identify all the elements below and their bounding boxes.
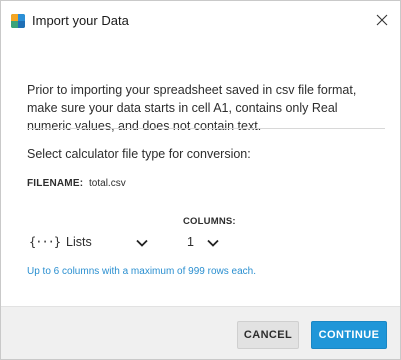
cancel-button[interactable]: CANCEL xyxy=(237,321,299,349)
dialog-footer: CANCEL CONTINUE xyxy=(1,306,400,359)
filename-row: FILENAME: total.csv xyxy=(27,178,126,189)
columns-dropdown[interactable]: 1 xyxy=(184,232,228,254)
chevron-down-icon xyxy=(207,239,219,247)
select-file-type-label: Select calculator file type for conversi… xyxy=(27,147,251,161)
close-icon xyxy=(376,14,388,26)
columns-hint: Up to 6 columns with a maximum of 999 ro… xyxy=(27,266,256,277)
continue-button[interactable]: CONTINUE xyxy=(311,321,387,349)
filename-value: total.csv xyxy=(89,178,126,189)
chevron-down-icon xyxy=(136,239,148,247)
close-button[interactable] xyxy=(372,10,392,30)
file-type-selected: Lists xyxy=(66,235,92,249)
columns-label: COLUMNS: xyxy=(183,216,236,227)
divider xyxy=(27,128,385,129)
filename-label: FILENAME: xyxy=(27,178,84,189)
file-type-dropdown[interactable]: {···} Lists xyxy=(29,232,157,254)
lists-braces-icon: {···} xyxy=(29,235,61,249)
dialog-title: Import your Data xyxy=(32,13,129,28)
columns-selected: 1 xyxy=(187,235,194,249)
app-icon xyxy=(11,14,25,28)
intro-text: Prior to importing your spreadsheet save… xyxy=(27,83,357,133)
import-data-dialog: Import your Data Prior to importing your… xyxy=(0,0,401,360)
title-bar: Import your Data xyxy=(1,1,400,43)
